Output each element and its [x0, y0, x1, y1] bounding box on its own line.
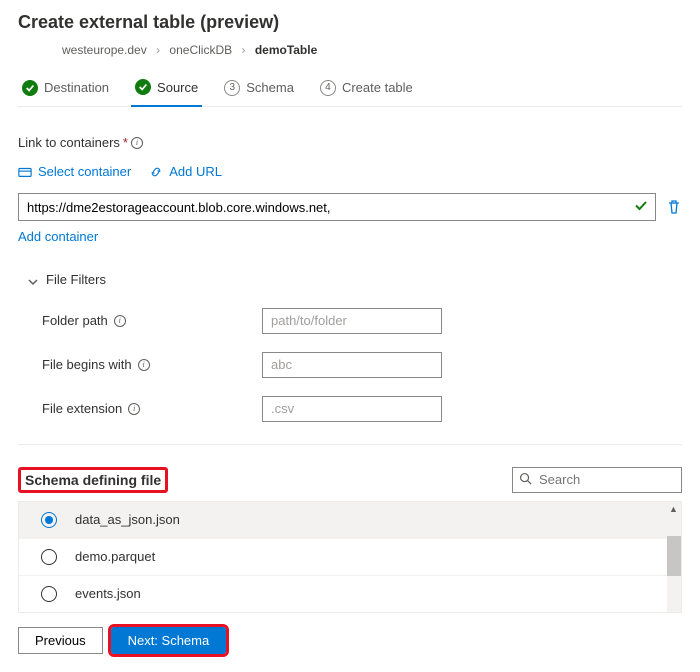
- step-number-icon: 3: [224, 80, 240, 96]
- info-icon[interactable]: [114, 315, 126, 327]
- file-extension-input[interactable]: [262, 396, 442, 422]
- breadcrumb-db[interactable]: oneClickDB: [169, 43, 232, 57]
- file-name: events.json: [75, 586, 141, 601]
- step-number-icon: 4: [320, 80, 336, 96]
- file-extension-label: File extension: [42, 401, 262, 416]
- info-icon[interactable]: [128, 403, 140, 415]
- wizard-stepper: Destination Source 3 Schema 4 Create tab…: [18, 71, 682, 107]
- file-filters-label: File Filters: [46, 272, 106, 287]
- search-icon: [519, 472, 532, 488]
- containers-section-label: Link to containers *: [18, 135, 143, 150]
- step-destination[interactable]: Destination: [18, 72, 113, 106]
- schema-file-list: data_as_json.json demo.parquet events.js…: [18, 501, 682, 613]
- container-icon: [18, 165, 32, 179]
- checkmark-icon: [22, 80, 38, 96]
- required-asterisk: *: [123, 135, 128, 150]
- radio-button[interactable]: [41, 549, 57, 565]
- scrollbar[interactable]: ▲: [667, 502, 681, 612]
- step-label: Source: [157, 80, 198, 95]
- breadcrumb-table: demoTable: [255, 43, 317, 57]
- previous-button[interactable]: Previous: [18, 627, 103, 654]
- folder-path-input[interactable]: [262, 308, 442, 334]
- file-row[interactable]: demo.parquet: [19, 538, 681, 575]
- container-url-input[interactable]: [18, 193, 656, 221]
- step-label: Schema: [246, 80, 294, 95]
- file-name: data_as_json.json: [75, 512, 180, 527]
- select-container-link[interactable]: Select container: [18, 164, 131, 179]
- add-container-link[interactable]: Add container: [18, 229, 98, 244]
- breadcrumb-root[interactable]: westeurope.dev: [62, 43, 147, 57]
- checkmark-icon: [634, 199, 648, 216]
- scroll-up-icon[interactable]: ▲: [669, 504, 678, 514]
- file-row[interactable]: events.json: [19, 575, 681, 612]
- step-create-table[interactable]: 4 Create table: [316, 72, 417, 106]
- file-name: demo.parquet: [75, 549, 155, 564]
- checkmark-icon: [135, 79, 151, 95]
- page-title: Create external table (preview): [18, 12, 682, 33]
- file-filters-toggle[interactable]: File Filters: [28, 272, 106, 287]
- radio-button[interactable]: [41, 512, 57, 528]
- step-label: Create table: [342, 80, 413, 95]
- search-input[interactable]: [512, 467, 682, 493]
- info-icon[interactable]: [138, 359, 150, 371]
- link-icon: [149, 165, 163, 179]
- divider: [18, 444, 682, 445]
- step-label: Destination: [44, 80, 109, 95]
- chevron-right-icon: ›: [241, 43, 245, 57]
- step-schema[interactable]: 3 Schema: [220, 72, 298, 106]
- schema-defining-file-title: Schema defining file: [18, 467, 168, 493]
- file-begins-with-input[interactable]: [262, 352, 442, 378]
- next-schema-button[interactable]: Next: Schema: [111, 627, 227, 654]
- file-begins-with-label: File begins with: [42, 357, 262, 372]
- step-source[interactable]: Source: [131, 71, 202, 107]
- scrollbar-thumb[interactable]: [667, 536, 681, 576]
- delete-icon[interactable]: [666, 199, 682, 215]
- folder-path-label: Folder path: [42, 313, 262, 328]
- chevron-down-icon: [28, 275, 38, 285]
- add-url-link[interactable]: Add URL: [149, 164, 222, 179]
- breadcrumb: westeurope.dev › oneClickDB › demoTable: [62, 43, 682, 57]
- file-row[interactable]: data_as_json.json: [19, 502, 681, 538]
- radio-button[interactable]: [41, 586, 57, 602]
- info-icon[interactable]: [131, 137, 143, 149]
- chevron-right-icon: ›: [156, 43, 160, 57]
